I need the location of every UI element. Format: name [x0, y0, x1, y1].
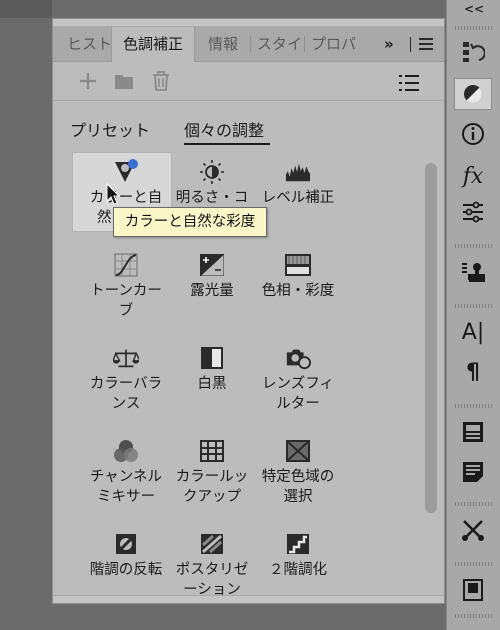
dock-grip	[455, 562, 493, 566]
brightness-icon	[199, 159, 225, 185]
dock-grip	[455, 244, 493, 248]
hue-saturation-icon	[285, 252, 311, 278]
document-edge	[0, 0, 52, 18]
dock-grip	[455, 502, 493, 506]
tab-history[interactable]: ヒスト	[67, 27, 111, 61]
color-balance-icon	[113, 345, 139, 371]
document-canvas-area	[0, 0, 52, 630]
subtab-active-indicator	[184, 143, 270, 145]
adjustment-exposure[interactable]: 露光量	[166, 252, 258, 336]
panel-menu-icon[interactable]	[419, 38, 433, 53]
photo-filter-icon	[285, 345, 311, 371]
adjustment-photo-filter[interactable]: レンズフィ ルター	[252, 345, 344, 429]
history-icon[interactable]	[454, 36, 492, 68]
adjustment-channel-mixer[interactable]: チャンネル ミキサー	[80, 438, 172, 522]
sliders-icon[interactable]	[454, 196, 492, 228]
exposure-icon	[199, 252, 225, 278]
folder-icon[interactable]	[111, 68, 137, 94]
info-icon[interactable]	[454, 118, 492, 150]
channel-mixer-icon	[113, 438, 139, 464]
adjustment-subtabs: プリセット 個々の調整	[53, 101, 444, 149]
subtab-individual[interactable]: 個々の調整	[184, 117, 264, 141]
levels-icon	[285, 159, 311, 185]
tab-info-label: 情報	[208, 35, 239, 53]
black-white-icon	[199, 345, 225, 371]
dock-grip	[455, 304, 493, 308]
adjustment-selective-color[interactable]: 特定色域の 選択	[252, 438, 344, 522]
vibrance-icon	[113, 159, 139, 185]
adjustment-color-lookup[interactable]: カラールッ クアップ	[166, 438, 258, 522]
dock-collapse-button[interactable]: <<	[447, 0, 500, 20]
dock-grip	[455, 26, 493, 30]
fx-styles-icon[interactable]: fx	[454, 160, 492, 192]
tab-separator	[250, 36, 251, 52]
dock-grip	[455, 614, 493, 618]
adjustments-icon[interactable]	[454, 78, 492, 110]
list-view-icon[interactable]	[399, 74, 419, 96]
stamp-icon[interactable]	[454, 256, 492, 288]
panel-toolbar	[53, 62, 444, 101]
tab-adjustments-label: 色調補正	[122, 35, 183, 53]
panel-dock: << fx A| ¶	[446, 0, 500, 630]
tab-styles[interactable]: スタイ	[257, 27, 301, 61]
scrollbar[interactable]	[425, 163, 437, 523]
tools-icon[interactable]	[454, 514, 492, 546]
tab-styles-label: スタイ	[257, 35, 301, 53]
adjustment-black-white[interactable]: 白黒	[166, 345, 258, 429]
tab-divider	[410, 37, 411, 52]
scrollbar-thumb[interactable]	[425, 163, 437, 513]
panel-drag-grip[interactable]	[53, 19, 444, 27]
character-label: A|	[461, 319, 485, 345]
adjustments-panel: ヒスト 色調補正 情報 スタイ プロパ » プリセット 個々の調整 カラーと自 …	[52, 18, 445, 604]
selective-color-icon	[285, 438, 311, 464]
adjustment-label: 色相・彩度	[261, 283, 335, 299]
color-lookup-icon	[199, 438, 225, 464]
posterize-icon	[199, 531, 225, 557]
adjustment-label: 特定色域の 選択	[261, 469, 335, 505]
tab-info[interactable]: 情報	[208, 27, 244, 61]
invert-icon	[113, 531, 139, 557]
fx-label: fx	[462, 163, 484, 189]
subtab-presets[interactable]: プリセット	[70, 117, 150, 141]
tab-properties[interactable]: プロパ	[311, 27, 357, 61]
character-icon[interactable]: A|	[454, 316, 492, 348]
tab-overflow-button[interactable]: »	[384, 27, 394, 61]
tab-history-label: ヒスト	[67, 35, 111, 53]
adjustment-color-balance[interactable]: カラーバラ ンス	[80, 345, 172, 429]
trash-icon[interactable]	[148, 68, 174, 94]
mouse-cursor-icon	[106, 182, 121, 209]
adjustment-hue-saturation[interactable]: 色相・彩度	[252, 252, 344, 336]
adjustment-label: レベル補正	[261, 190, 335, 206]
plus-icon[interactable]	[75, 68, 101, 94]
dock-grip	[455, 404, 493, 408]
adjustment-curves[interactable]: トーンカー ブ	[80, 252, 172, 336]
panel-resize-grip[interactable]	[53, 595, 444, 603]
curves-icon	[113, 252, 139, 278]
book-icon[interactable]	[454, 574, 492, 606]
paragraph-icon[interactable]: ¶	[454, 356, 492, 388]
paragraph-label: ¶	[466, 359, 480, 385]
tooltip: カラーと自然な彩度	[113, 207, 267, 237]
tab-separator	[304, 36, 305, 52]
adjustment-label: レンズフィ ルター	[262, 376, 334, 412]
tab-properties-label: プロパ	[311, 35, 357, 53]
panel-tab-bar: ヒスト 色調補正 情報 スタイ プロパ »	[53, 27, 444, 62]
notes-icon[interactable]	[454, 456, 492, 488]
glyphs-icon[interactable]	[454, 416, 492, 448]
tab-adjustments[interactable]: 色調補正	[111, 27, 195, 62]
adjustment-label: ２階調化	[269, 562, 327, 578]
threshold-icon	[285, 531, 311, 557]
